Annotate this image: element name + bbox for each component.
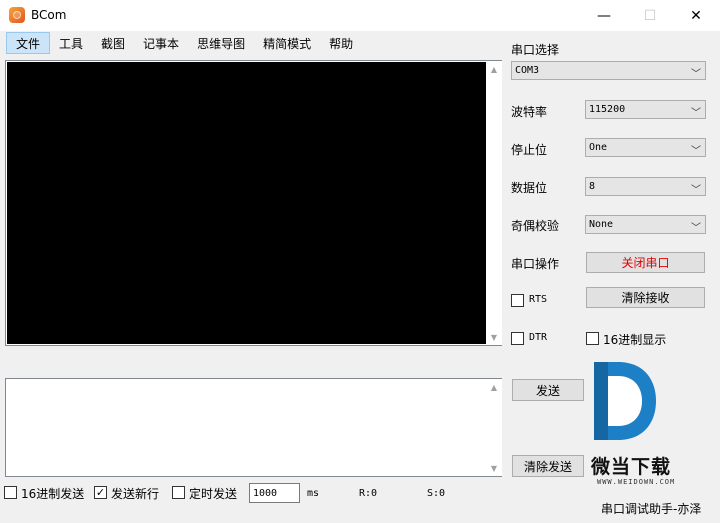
menu-notepad[interactable]: 记事本: [134, 32, 188, 54]
clear-send-button[interactable]: 清除发送: [512, 455, 584, 477]
interval-unit: ms: [307, 488, 320, 499]
stop-bits-select[interactable]: One ﹀: [585, 138, 706, 157]
interval-input[interactable]: 1000: [249, 483, 300, 503]
menu-tools[interactable]: 工具: [50, 32, 92, 54]
rts-checkbox[interactable]: [511, 294, 524, 307]
check-icon: ✓: [95, 486, 106, 499]
menu-bar: 文件 工具 截图 记事本 思维导图 精简模式 帮助: [0, 31, 505, 55]
chevron-down-icon: ﹀: [691, 223, 701, 234]
send-textarea[interactable]: ▲ ▼: [5, 378, 502, 477]
send-button[interactable]: 发送: [512, 379, 584, 401]
menu-file[interactable]: 文件: [6, 32, 51, 54]
chevron-down-icon: ﹀: [691, 185, 701, 196]
chevron-down-icon: ﹀: [691, 146, 701, 157]
clear-receive-button[interactable]: 清除接收: [586, 287, 705, 308]
tx-count: S:0: [427, 488, 446, 499]
window-title: BCom: [31, 8, 67, 22]
hex-send-label: 16进制发送: [21, 487, 85, 501]
status-text: 串口调试助手-亦泽: [601, 502, 702, 516]
dtr-checkbox[interactable]: [511, 332, 524, 345]
port-select[interactable]: COM3 ﹀: [511, 61, 706, 80]
rts-label: RTS: [529, 294, 548, 305]
data-bits-value: 8: [589, 181, 596, 192]
baud-value: 115200: [589, 104, 626, 115]
rx-count: R:0: [359, 488, 378, 499]
menu-help[interactable]: 帮助: [320, 32, 362, 54]
timed-send-label: 定时发送: [189, 487, 238, 501]
hex-send-checkbox[interactable]: [4, 486, 17, 499]
port-label: 串口选择: [511, 43, 560, 57]
chevron-down-icon: ﹀: [691, 69, 701, 80]
scroll-down-icon[interactable]: ▼: [486, 329, 502, 345]
data-bits-label: 数据位: [511, 181, 548, 195]
menu-compact-mode[interactable]: 精简模式: [254, 32, 320, 54]
stop-bits-value: One: [589, 142, 608, 153]
newline-checkbox[interactable]: ✓: [94, 486, 107, 499]
receive-scrollbar[interactable]: ▲ ▼: [486, 61, 502, 345]
scroll-up-icon[interactable]: ▲: [486, 379, 502, 395]
dtr-label: DTR: [529, 332, 548, 343]
newline-label: 发送新行: [111, 487, 160, 501]
receive-textarea[interactable]: ▲ ▼: [5, 60, 502, 346]
port-operation-label: 串口操作: [511, 257, 560, 271]
data-bits-select[interactable]: 8 ﹀: [585, 177, 706, 196]
close-port-button[interactable]: 关闭串口: [586, 252, 705, 273]
scroll-down-icon[interactable]: ▼: [486, 460, 502, 476]
timed-send-checkbox[interactable]: [172, 486, 185, 499]
watermark-url: WWW.WEIDOWN.COM: [597, 478, 676, 486]
parity-value: None: [589, 219, 614, 230]
baud-label: 波特率: [511, 105, 548, 119]
title-bar: BCom — ☐ ✕: [0, 0, 720, 31]
watermark-name: 微当下载: [591, 456, 672, 478]
maximize-button: ☐: [643, 7, 657, 24]
port-value: COM3: [515, 65, 540, 76]
stop-bits-label: 停止位: [511, 143, 548, 157]
close-button[interactable]: ✕: [673, 0, 719, 31]
send-scrollbar[interactable]: ▲ ▼: [486, 379, 502, 476]
baud-select[interactable]: 115200 ﹀: [585, 100, 706, 119]
hex-display-checkbox[interactable]: [586, 332, 599, 345]
receive-display: [7, 62, 486, 344]
parity-select[interactable]: None ﹀: [585, 215, 706, 234]
chevron-down-icon: ﹀: [691, 108, 701, 119]
minimize-button[interactable]: —: [581, 0, 627, 31]
scroll-up-icon[interactable]: ▲: [486, 61, 502, 77]
app-icon: [9, 7, 25, 23]
menu-mindmap[interactable]: 思维导图: [188, 32, 254, 54]
hex-display-label: 16进制显示: [603, 333, 667, 347]
weidown-logo: [594, 362, 656, 440]
parity-label: 奇偶校验: [511, 219, 560, 233]
menu-screenshot[interactable]: 截图: [92, 32, 134, 54]
